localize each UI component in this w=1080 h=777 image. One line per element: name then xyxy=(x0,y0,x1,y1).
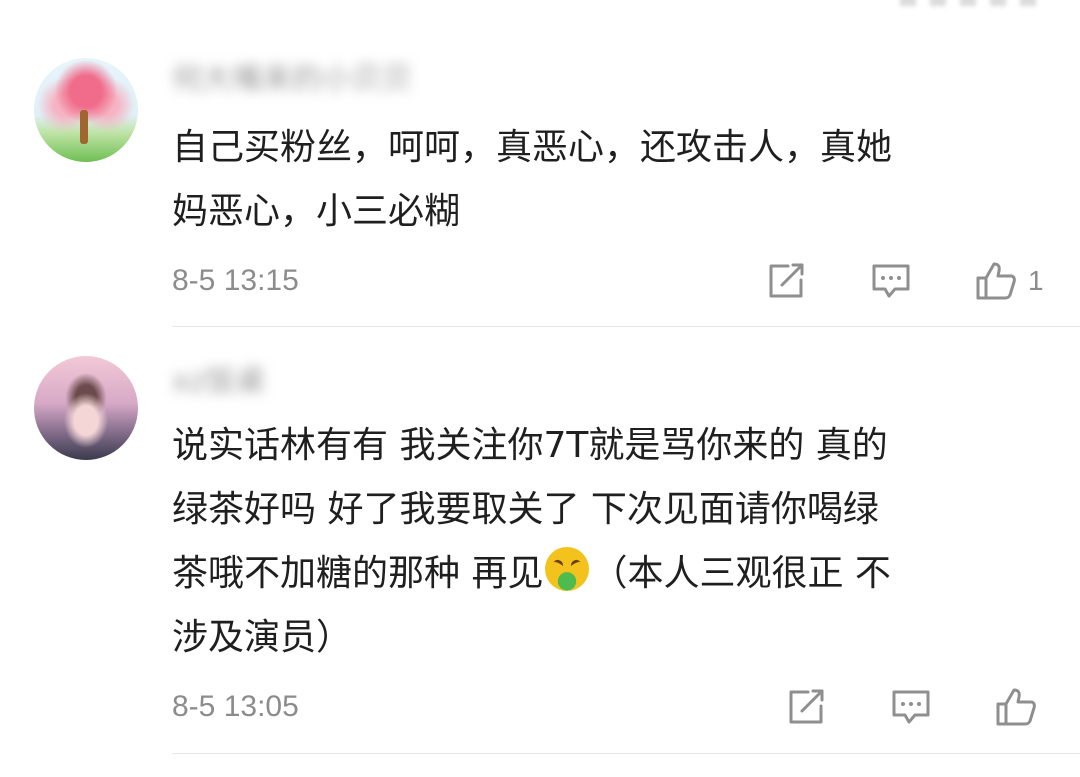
username[interactable]: 何大嘴来的小贝贝 xyxy=(172,62,412,98)
comment-divider xyxy=(172,753,1080,754)
like-button[interactable] xyxy=(994,685,1048,729)
comment-list: 何大嘴来的小贝贝 自己买粉丝，呵呵，真恶心，还攻击人，真她 妈恶心，小三必糊 8… xyxy=(0,0,1080,777)
comment-text: 自己买粉丝，呵呵，真恶心，还攻击人，真她 妈恶心，小三必糊 xyxy=(172,127,893,232)
comment-item: xz饭桌 说实话林有有 我关注你7T就是骂你来的 真的 绿茶好吗 好了我要取关了… xyxy=(0,330,1080,777)
thumbs-up-icon xyxy=(996,688,1036,726)
timestamp: 8-5 13:05 xyxy=(172,690,299,723)
comment-bubble-icon xyxy=(892,690,930,724)
username[interactable]: xz饭桌 xyxy=(172,364,266,400)
thumbs-up-icon xyxy=(976,262,1016,300)
nauseated-face-icon xyxy=(545,547,590,591)
comment-item: 何大嘴来的小贝贝 自己买粉丝，呵呵，真恶心，还攻击人，真她 妈恶心，小三必糊 8… xyxy=(0,0,1080,330)
share-button[interactable] xyxy=(766,259,808,303)
share-button[interactable] xyxy=(786,685,828,729)
avatar[interactable] xyxy=(34,356,138,460)
share-edit-icon xyxy=(769,263,804,298)
comment-bubble-icon xyxy=(872,264,910,298)
like-button[interactable]: 1 xyxy=(974,259,1044,303)
share-edit-icon xyxy=(789,689,824,724)
comment-meta: 8-5 13:05 xyxy=(172,685,1080,729)
reply-button[interactable] xyxy=(870,259,912,303)
comment-meta: 8-5 13:15 1 xyxy=(172,259,1080,303)
reply-button[interactable] xyxy=(890,685,932,729)
timestamp: 8-5 13:15 xyxy=(172,264,299,297)
comment-text: 说实话林有有 我关注你7T就是骂你来的 真的 绿茶好吗 好了我要取关了 下次见面… xyxy=(172,414,1052,670)
comment-divider xyxy=(172,326,1080,327)
like-count: 1 xyxy=(1028,265,1044,296)
avatar[interactable] xyxy=(34,58,138,162)
